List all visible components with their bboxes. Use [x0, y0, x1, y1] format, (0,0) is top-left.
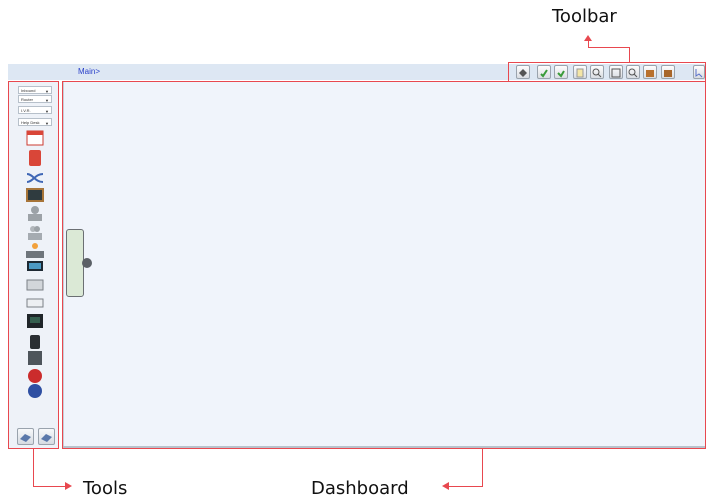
package-icon[interactable] — [643, 65, 657, 79]
edit-icon[interactable] — [554, 65, 568, 79]
toolbar-connector-down — [629, 47, 630, 62]
tools-connector-right — [33, 486, 65, 487]
toolbar-arrowhead — [584, 35, 592, 41]
dropdown-router[interactable]: Router ▼ — [18, 95, 52, 103]
select-icon[interactable] — [693, 65, 705, 79]
dashboard-canvas[interactable] — [62, 81, 706, 449]
tools-annotation: Tools — [83, 478, 128, 499]
dashboard-left-border — [63, 82, 64, 446]
dashboard-bottom-border — [63, 446, 705, 448]
dashboard-connector-up — [482, 449, 483, 487]
phonebook-icon[interactable] — [25, 150, 45, 166]
monitor-icon[interactable] — [25, 259, 45, 275]
tools-arrowhead — [65, 482, 72, 490]
move-icon[interactable] — [516, 65, 530, 79]
user-group-icon[interactable] — [25, 224, 45, 240]
desk-phone-icon[interactable] — [25, 350, 45, 366]
network-icon[interactable] — [25, 295, 45, 311]
agent-group-icon[interactable] — [25, 242, 45, 258]
dropdown-ivr[interactable]: I.V.R. ▼ — [18, 106, 52, 114]
toolbar-annotation: Toolbar — [552, 6, 617, 27]
save-icon[interactable] — [537, 65, 551, 79]
fit-screen-icon[interactable] — [609, 65, 623, 79]
hangup-icon[interactable] — [25, 368, 45, 384]
copy-icon[interactable] — [573, 65, 587, 79]
redial-icon[interactable] — [25, 383, 45, 399]
dashboard-connector — [449, 486, 483, 487]
deploy-icon[interactable] — [661, 65, 675, 79]
user-icon[interactable] — [25, 205, 45, 221]
calendar-icon[interactable] — [25, 130, 45, 146]
toolbar-connector — [588, 47, 630, 48]
dropdown-help-desk[interactable]: Help Desk ▼ — [18, 118, 52, 126]
import-icon[interactable] — [17, 428, 34, 445]
tools-connector-down — [33, 449, 34, 486]
terminal-icon[interactable] — [25, 313, 45, 329]
dashboard-annotation: Dashboard — [311, 478, 409, 499]
shuffle-icon[interactable] — [25, 170, 45, 186]
export-icon[interactable] — [38, 428, 55, 445]
zoom-out-icon[interactable] — [626, 65, 640, 79]
chalkboard-icon[interactable] — [25, 187, 45, 203]
dropdown-inbound[interactable]: Inbound ▼ — [18, 86, 52, 94]
zoom-in-icon[interactable] — [590, 65, 604, 79]
server-icon[interactable] — [25, 277, 45, 293]
breadcrumb[interactable]: Main> — [78, 67, 100, 76]
node-output-port[interactable] — [82, 258, 92, 268]
dashboard-arrowhead — [442, 482, 449, 490]
voicemail-icon[interactable] — [25, 334, 45, 350]
